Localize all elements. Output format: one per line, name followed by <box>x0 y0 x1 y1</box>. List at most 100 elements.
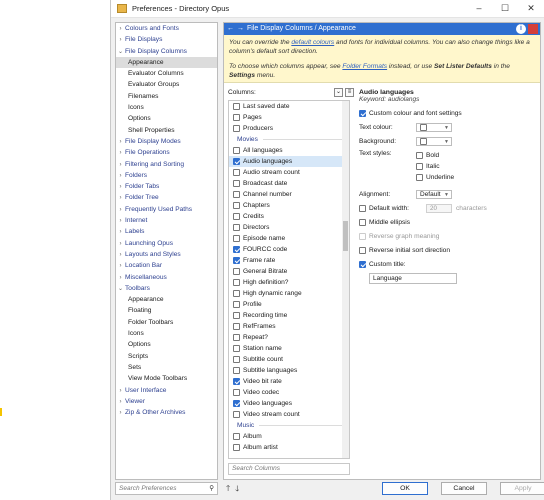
column-row[interactable]: High dynamic range <box>229 288 349 299</box>
default-colours-link[interactable]: default colours <box>291 39 334 46</box>
alignment-select[interactable]: Default ▼ <box>416 190 452 199</box>
pin-icon[interactable] <box>528 24 538 34</box>
tree-item[interactable]: Options <box>116 339 217 350</box>
column-checkbox[interactable] <box>233 103 240 110</box>
column-checkbox[interactable] <box>233 400 240 407</box>
maximize-icon[interactable]: ☐ <box>492 3 518 14</box>
tree-item[interactable]: › Internet <box>116 215 217 226</box>
scrollbar-thumb[interactable] <box>343 221 348 251</box>
column-row[interactable]: Album <box>229 431 349 442</box>
tree-item[interactable]: › Frequently Used Paths <box>116 204 217 215</box>
tree-item[interactable]: › File Display Modes <box>116 136 217 147</box>
tree-item[interactable]: › Location Bar <box>116 260 217 271</box>
tree-item[interactable]: View Mode Toolbars <box>116 373 217 384</box>
tree-item[interactable]: › Viewer <box>116 396 217 407</box>
column-row[interactable]: RefFrames <box>229 321 349 332</box>
tree-item[interactable]: › Folders <box>116 170 217 181</box>
tree-item[interactable]: Icons <box>116 328 217 339</box>
column-checkbox[interactable] <box>233 213 240 220</box>
reverse-sort-row[interactable]: Reverse initial sort direction <box>359 245 539 256</box>
tree-item[interactable]: ⌄ File Display Columns <box>116 46 217 57</box>
column-row[interactable]: Audio languages <box>229 156 349 167</box>
custom-title-input[interactable]: Language <box>369 273 457 284</box>
move-up-icon[interactable]: 🡑 <box>226 484 235 493</box>
column-row[interactable]: Credits <box>229 211 349 222</box>
tree-item[interactable]: Appearance <box>116 294 217 305</box>
column-checkbox[interactable] <box>233 202 240 209</box>
forward-icon[interactable]: → <box>237 23 244 35</box>
underline-row[interactable]: Underline <box>416 172 454 183</box>
column-row[interactable]: Subtitle count <box>229 354 349 365</box>
column-checkbox[interactable] <box>233 433 240 440</box>
tree-item[interactable]: Floating <box>116 305 217 316</box>
chevron-right-icon[interactable]: › <box>116 408 125 419</box>
cancel-button[interactable]: Cancel <box>441 482 487 495</box>
italic-row[interactable]: Italic <box>416 161 454 172</box>
column-row[interactable]: Pages <box>229 112 349 123</box>
column-row[interactable]: Frame rate <box>229 255 349 266</box>
tree-item[interactable]: › Layouts and Styles <box>116 249 217 260</box>
tree-item[interactable]: Options <box>116 113 217 124</box>
column-row[interactable]: FOURCC code <box>229 244 349 255</box>
column-checkbox[interactable] <box>233 367 240 374</box>
column-row[interactable]: Channel number <box>229 189 349 200</box>
column-row[interactable]: Recording time <box>229 310 349 321</box>
width-stepper[interactable]: 20 <box>426 204 452 213</box>
bold-row[interactable]: Bold <box>416 150 454 161</box>
custom-colour-font-checkbox[interactable] <box>359 110 366 117</box>
column-row[interactable]: High definition? <box>229 277 349 288</box>
column-row[interactable]: Chapters <box>229 200 349 211</box>
column-row[interactable]: All languages <box>229 145 349 156</box>
column-checkbox[interactable] <box>233 279 240 286</box>
column-checkbox[interactable] <box>233 114 240 121</box>
tree-item[interactable]: › Zip & Other Archives <box>116 407 217 418</box>
column-checkbox[interactable] <box>233 312 240 319</box>
column-row[interactable]: Repeat? <box>229 332 349 343</box>
column-row[interactable]: Video stream count <box>229 409 349 420</box>
column-row[interactable]: Broadcast date <box>229 178 349 189</box>
tree-item[interactable]: › Labels <box>116 226 217 237</box>
column-checkbox[interactable] <box>233 411 240 418</box>
custom-title-row[interactable]: Custom title: <box>359 259 539 270</box>
column-row[interactable]: Video bit rate <box>229 376 349 387</box>
column-checkbox[interactable] <box>233 268 240 275</box>
tree-item[interactable]: Appearance <box>116 56 217 69</box>
column-row[interactable]: Video languages <box>229 398 349 409</box>
minimize-icon[interactable]: – <box>466 3 492 14</box>
column-row[interactable]: Subtitle languages <box>229 365 349 376</box>
column-group-header[interactable]: Music <box>229 420 349 431</box>
columns-scrollbar[interactable] <box>342 101 349 458</box>
column-checkbox[interactable] <box>233 334 240 341</box>
tree-item[interactable]: › Colours and Fonts <box>116 23 217 34</box>
search-preferences-input[interactable]: Search Preferences ⚲ <box>115 482 218 495</box>
column-group-header[interactable]: Movies <box>229 134 349 145</box>
folder-formats-link[interactable]: Folder Formats <box>342 63 387 70</box>
column-checkbox[interactable] <box>233 378 240 385</box>
column-row[interactable]: Station name <box>229 343 349 354</box>
column-checkbox[interactable] <box>233 125 240 132</box>
move-down-icon[interactable]: 🡓 <box>235 484 244 493</box>
column-checkbox[interactable] <box>233 290 240 297</box>
tree-item[interactable]: › File Displays <box>116 34 217 45</box>
column-row[interactable]: Producers <box>229 123 349 134</box>
column-checkbox[interactable] <box>233 444 240 451</box>
tree-item[interactable]: Folder Toolbars <box>116 317 217 328</box>
ok-button[interactable]: OK <box>382 482 428 495</box>
tree-item[interactable]: Filenames <box>116 91 217 102</box>
column-checkbox[interactable] <box>233 257 240 264</box>
tree-item[interactable]: ⌄ Toolbars <box>116 283 217 294</box>
custom-colour-font-row[interactable]: Custom colour and font settings <box>359 108 539 119</box>
reverse-sort-checkbox[interactable] <box>359 247 366 254</box>
tree-item[interactable]: › Filtering and Sorting <box>116 159 217 170</box>
column-checkbox[interactable] <box>233 169 240 176</box>
expand-all-icon[interactable]: ≡ <box>345 88 354 97</box>
column-checkbox[interactable] <box>233 356 240 363</box>
column-row[interactable]: Episode name <box>229 233 349 244</box>
underline-checkbox[interactable] <box>416 174 423 181</box>
middle-ellipsis-checkbox[interactable] <box>359 219 366 226</box>
tree-item[interactable]: Sets <box>116 362 217 373</box>
column-row[interactable]: Album artist <box>229 442 349 453</box>
italic-checkbox[interactable] <box>416 163 423 170</box>
text-colour-picker[interactable]: ▼ <box>416 123 452 132</box>
column-checkbox[interactable] <box>233 158 240 165</box>
